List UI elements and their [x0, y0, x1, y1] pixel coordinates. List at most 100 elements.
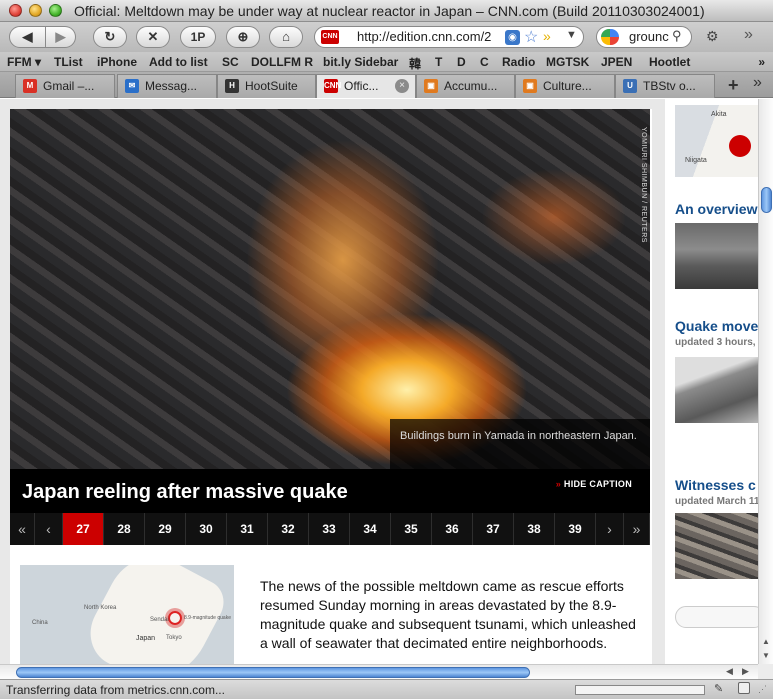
next-page-icon[interactable]: ›: [596, 513, 624, 545]
tab-favicon-icon: ▣: [523, 79, 537, 93]
bookmark-item[interactable]: T: [435, 55, 442, 69]
bookmark-item[interactable]: D: [457, 55, 466, 69]
navigation-toolbar: ◀ ▶ ↻ ✕ 1P ⊕ ⌂ CNN http://edition.cnn.co…: [0, 22, 773, 52]
gallery-headline-bar: Japan reeling after massive quake » HIDE…: [10, 469, 650, 513]
minimize-window-button[interactable]: [29, 4, 42, 17]
bookmark-item[interactable]: SC: [222, 55, 239, 69]
close-window-button[interactable]: [9, 4, 22, 17]
map-label-china: China: [32, 620, 48, 626]
edit-icon[interactable]: ✎: [714, 682, 723, 695]
zoom-window-button[interactable]: [49, 4, 62, 17]
scroll-down-arrow-icon[interactable]: ▼: [762, 651, 770, 660]
browser-tab[interactable]: ▣ Accumu...: [416, 74, 515, 98]
bookmark-star-icon[interactable]: ☆: [524, 27, 538, 47]
gallery-page-button[interactable]: 33: [309, 513, 350, 545]
search-icon[interactable]: ⚲: [672, 28, 682, 44]
bookmarks-overflow-icon[interactable]: »: [758, 55, 765, 69]
bookmark-item[interactable]: JPEN: [601, 55, 632, 69]
sidebar-item-title[interactable]: Witnesses c: [675, 477, 756, 493]
back-button[interactable]: ◀: [9, 26, 46, 48]
vertical-scroll-thumb[interactable]: [761, 187, 772, 213]
browser-tab[interactable]: U TBStv o...: [615, 74, 715, 98]
sidebar-map-label-akita: Akita: [711, 111, 727, 118]
rss-feed-icon[interactable]: ◉: [505, 30, 520, 45]
bookmark-item[interactable]: C: [480, 55, 489, 69]
gallery-page-button[interactable]: 29: [145, 513, 186, 545]
gear-icon[interactable]: ⚙: [706, 28, 719, 45]
url-history-dropdown-icon[interactable]: ▼: [566, 29, 577, 41]
quake-map-image[interactable]: China North Korea Japan Tokyo Sendai 8.9…: [20, 565, 234, 664]
sidebar-item-title[interactable]: Quake move: [675, 318, 758, 334]
bookmark-item[interactable]: 韓: [409, 55, 421, 72]
scroll-left-arrow-icon[interactable]: ◀: [726, 666, 733, 677]
gallery-page-button[interactable]: 28: [104, 513, 145, 545]
bookmark-item[interactable]: bit.ly Sidebar: [323, 55, 398, 69]
bookmark-item[interactable]: MGTSK: [546, 55, 589, 69]
vertical-scrollbar[interactable]: ▲ ▼: [758, 99, 773, 664]
browser-tab[interactable]: ✉ Messag...: [117, 74, 217, 98]
scroll-up-arrow-icon[interactable]: ▲: [762, 637, 770, 646]
browser-tab[interactable]: H HootSuite: [217, 74, 316, 98]
first-page-icon[interactable]: «: [10, 513, 35, 545]
article-paragraph: The news of the possible meltdown came a…: [260, 578, 636, 651]
status-text: Transferring data from metrics.cnn.com..…: [6, 683, 225, 697]
hide-caption-button[interactable]: » HIDE CAPTION: [556, 479, 632, 489]
sidebar-item-title[interactable]: An overview: [675, 201, 757, 217]
bookmark-item[interactable]: Add to list: [149, 55, 208, 69]
browser-tab[interactable]: M Gmail –...: [15, 74, 115, 98]
map-label-quake: 8.9-magnitude quake: [184, 615, 231, 621]
address-bar[interactable]: CNN http://edition.cnn.com/2 ◉ ☆ » ▼: [314, 26, 584, 48]
gallery-page-button[interactable]: 31: [227, 513, 268, 545]
gallery-page-button[interactable]: 34: [350, 513, 391, 545]
search-query-text[interactable]: grounc: [629, 29, 671, 44]
onepassword-button[interactable]: 1P: [180, 26, 216, 48]
toolbar-overflow-icon[interactable]: »: [744, 26, 753, 44]
gallery-page-button[interactable]: 37: [473, 513, 514, 545]
gallery-photo[interactable]: YOMIURI SHIMBUN / REUTERS Buildings burn…: [10, 109, 650, 469]
gallery-page-button[interactable]: 39: [555, 513, 596, 545]
gallery-page-button[interactable]: 27: [63, 513, 104, 545]
browser-tab[interactable]: ▣ Culture...: [515, 74, 615, 98]
bookmark-button[interactable]: ⊕: [226, 26, 260, 48]
home-button[interactable]: ⌂: [269, 26, 303, 48]
google-search-engine-icon[interactable]: [601, 29, 619, 45]
sidebar-thumbnail[interactable]: [675, 223, 758, 289]
tab-favicon-icon: ▣: [424, 79, 438, 93]
browser-tab[interactable]: CNN Offic... ×: [316, 74, 416, 98]
last-page-icon[interactable]: »: [624, 513, 650, 545]
forward-button[interactable]: ▶: [46, 26, 76, 48]
gallery-page-button[interactable]: 30: [186, 513, 227, 545]
new-tab-button[interactable]: +: [728, 75, 739, 96]
tab-list-icon[interactable]: »: [753, 74, 762, 92]
bookmark-item[interactable]: DOLLFM R: [251, 55, 313, 69]
tab-label: Gmail –...: [43, 79, 95, 93]
sidebar-map-thumbnail[interactable]: Akita Niigata: [675, 105, 758, 177]
bookmark-item[interactable]: Radio: [502, 55, 535, 69]
sidebar-map-label-niigata: Niigata: [685, 157, 707, 164]
sidebar-thumbnail[interactable]: [675, 357, 758, 423]
scroll-right-arrow-icon[interactable]: ▶: [742, 666, 749, 677]
xmarks-sync-icon[interactable]: »: [543, 28, 551, 44]
gallery-page-button[interactable]: 32: [268, 513, 309, 545]
gallery-page-button[interactable]: 36: [432, 513, 473, 545]
resize-grip-icon[interactable]: ⋰: [758, 684, 767, 695]
url-text[interactable]: http://edition.cnn.com/2: [357, 29, 505, 45]
previous-page-icon[interactable]: ‹: [35, 513, 63, 545]
article-body: China North Korea Japan Tokyo Sendai 8.9…: [10, 545, 652, 664]
bookmark-item[interactable]: FFM ▾: [7, 55, 41, 69]
bookmark-item[interactable]: iPhone: [97, 55, 137, 69]
window-icon[interactable]: [738, 682, 750, 694]
reload-button[interactable]: ↻: [93, 26, 127, 48]
sidebar-search-input[interactable]: [675, 606, 758, 628]
gallery-page-button[interactable]: 38: [514, 513, 555, 545]
hide-caption-marker: »: [555, 479, 562, 489]
sidebar-thumbnail[interactable]: [675, 513, 758, 579]
search-field[interactable]: grounc ⚲: [596, 26, 692, 48]
horizontal-scrollbar[interactable]: ◀ ▶: [0, 664, 758, 679]
bookmark-item[interactable]: TList: [54, 55, 83, 69]
horizontal-scroll-thumb[interactable]: [16, 667, 530, 678]
gallery-page-button[interactable]: 35: [391, 513, 432, 545]
tab-close-icon[interactable]: ×: [395, 79, 409, 93]
bookmark-item[interactable]: Hootlet: [649, 55, 690, 69]
stop-button[interactable]: ✕: [136, 26, 170, 48]
